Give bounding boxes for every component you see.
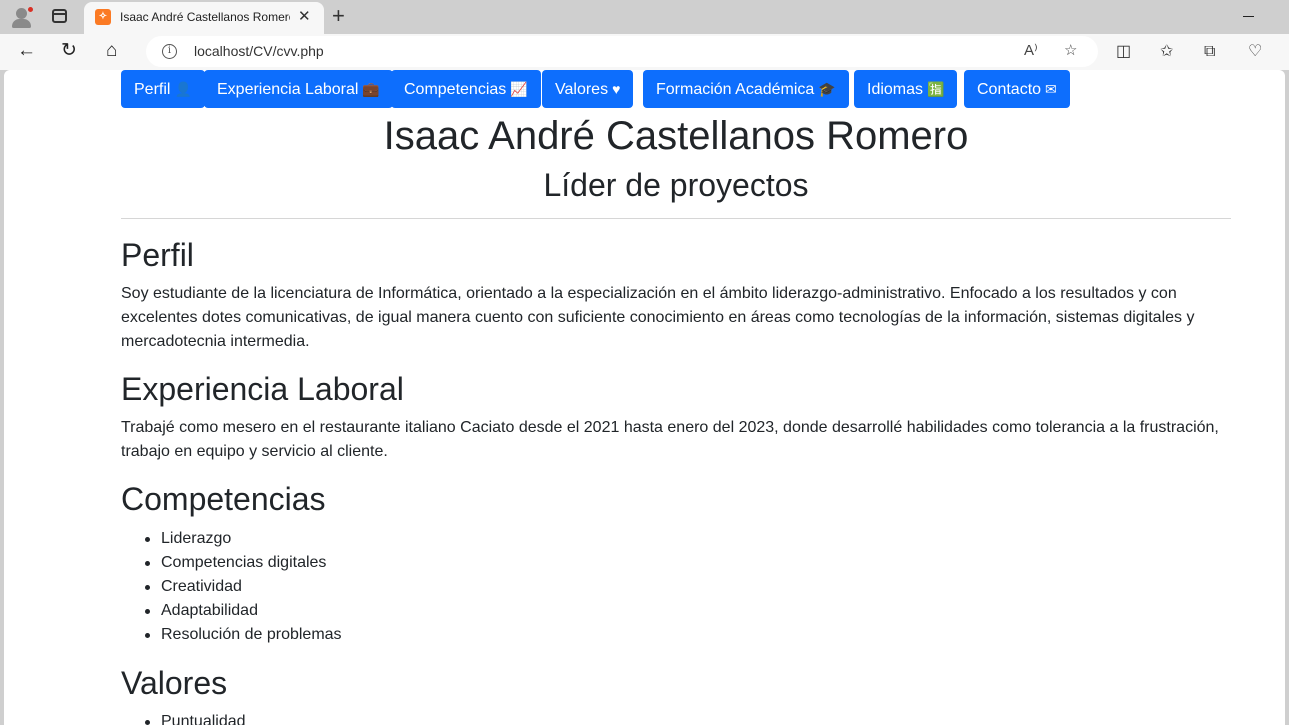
favorite-star-icon[interactable]: ☆: [1064, 42, 1077, 60]
list-item: Adaptabilidad: [145, 599, 342, 623]
browser-tab[interactable]: ✧ Isaac André Castellanos Romero ✕: [84, 2, 324, 34]
site-info-icon[interactable]: i: [162, 44, 177, 59]
list-item: Resolución de problemas: [145, 623, 342, 647]
section-title-competencias: Competencias: [121, 481, 326, 517]
briefcase-icon: 💼: [362, 81, 380, 97]
nav-button-valores[interactable]: Valores ♥: [542, 70, 634, 108]
graduation-cap-icon: 🎓: [818, 81, 836, 97]
chart-line-icon: 📈: [510, 81, 528, 97]
person-name: Isaac André Castellanos Romero: [383, 114, 969, 158]
list-item: Competencias digitales: [145, 551, 342, 575]
minimize-window-icon[interactable]: [1243, 16, 1254, 17]
close-tab-icon[interactable]: ✕: [298, 7, 311, 27]
nav-button-label: Formación Académica: [656, 81, 815, 98]
section-title-experiencia: Experiencia Laboral: [121, 371, 404, 407]
nav-button-label: Perfil: [134, 81, 171, 98]
nav-button-idiomas[interactable]: Idiomas 🈯: [854, 70, 958, 108]
split-screen-icon[interactable]: ◫: [1116, 42, 1131, 62]
nav-button-label: Valores: [555, 81, 609, 98]
list-item: Liderazgo: [145, 527, 342, 551]
reload-icon[interactable]: ↻: [61, 40, 77, 62]
perfil-text: Soy estudiante de la licenciatura de Inf…: [121, 285, 1195, 350]
new-tab-icon[interactable]: +: [332, 3, 345, 29]
job-title: Líder de proyectos: [543, 167, 809, 203]
profile-avatar-icon[interactable]: [10, 6, 34, 28]
tab-title: Isaac André Castellanos Romero: [120, 10, 290, 24]
read-aloud-icon[interactable]: A⁾: [1024, 42, 1038, 60]
nav-button-formacion[interactable]: Formación Académica 🎓: [643, 70, 849, 108]
user-icon: 👤: [174, 81, 192, 97]
nav-button-contacto[interactable]: Contacto ✉: [964, 70, 1070, 108]
browser-essentials-icon[interactable]: ♡: [1248, 42, 1262, 62]
xampp-favicon-icon: ✧: [95, 9, 111, 25]
nav-button-experiencia[interactable]: Experiencia Laboral 💼: [204, 70, 393, 108]
nav-button-perfil[interactable]: Perfil 👤: [121, 70, 205, 108]
nav-button-label: Competencias: [404, 81, 507, 98]
page-viewport: Perfil 👤 Experiencia Laboral 💼 Competencia…: [4, 70, 1285, 725]
section-title-valores: Valores: [121, 665, 228, 701]
url-text[interactable]: localhost/CV/cvv.php: [194, 43, 324, 60]
tab-actions-icon[interactable]: [52, 9, 67, 23]
collections-icon[interactable]: ⧉: [1204, 42, 1215, 62]
list-item: Puntualidad: [145, 710, 246, 725]
heart-icon: ♥: [612, 81, 621, 97]
home-icon[interactable]: ⌂: [106, 40, 117, 62]
browser-toolbar: ← ↻ ⌂ i localhost/CV/cvv.php A⁾ ☆ ◫ ✩ ⧉ …: [0, 34, 1289, 70]
back-icon[interactable]: ←: [17, 40, 36, 62]
experiencia-text: Trabajé como mesero en el restaurante it…: [121, 419, 1219, 460]
language-icon: 🈯: [927, 81, 945, 97]
valores-list: Puntualidad: [145, 710, 246, 725]
browser-tab-bar: ✧ Isaac André Castellanos Romero ✕ +: [0, 0, 1289, 34]
competencias-list: Liderazgo Competencias digitales Creativ…: [145, 527, 342, 647]
section-title-perfil: Perfil: [121, 237, 194, 273]
nav-button-competencias[interactable]: Competencias 📈: [391, 70, 541, 108]
envelope-icon: ✉: [1045, 81, 1057, 97]
favorites-icon[interactable]: ✩: [1160, 42, 1173, 62]
nav-button-label: Experiencia Laboral: [217, 81, 359, 98]
nav-button-label: Idiomas: [867, 81, 924, 98]
divider: [121, 218, 1231, 219]
list-item: Creatividad: [145, 575, 342, 599]
nav-button-label: Contacto: [977, 81, 1042, 98]
address-bar[interactable]: i localhost/CV/cvv.php A⁾ ☆: [146, 36, 1098, 67]
